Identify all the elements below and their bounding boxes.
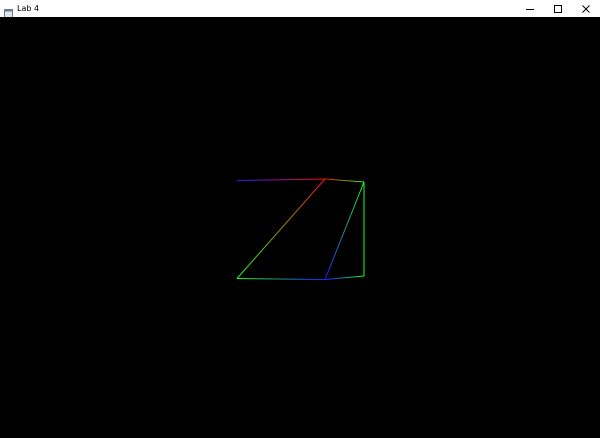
edge-top-left [236,178,326,181]
window-title: Lab 4 [17,4,40,13]
diagonal-left-face [236,178,326,279]
edge-bottom-left [236,278,326,280]
maximize-button[interactable] [544,0,572,17]
diagonal-right-face [324,181,365,280]
close-button[interactable] [572,0,600,17]
render-canvas[interactable] [0,17,600,438]
wireframe-render [236,178,365,280]
edge-top-right [324,178,365,183]
window-controls [516,0,600,17]
edge-bottom-right [324,275,365,280]
close-icon [582,4,590,13]
maximize-icon [554,4,562,13]
minimize-button[interactable] [516,0,544,17]
minimize-icon [526,8,534,10]
title-bar[interactable]: Lab 4 [0,0,600,18]
app-window: Lab 4 [0,0,600,438]
window-app-icon [4,3,13,18]
